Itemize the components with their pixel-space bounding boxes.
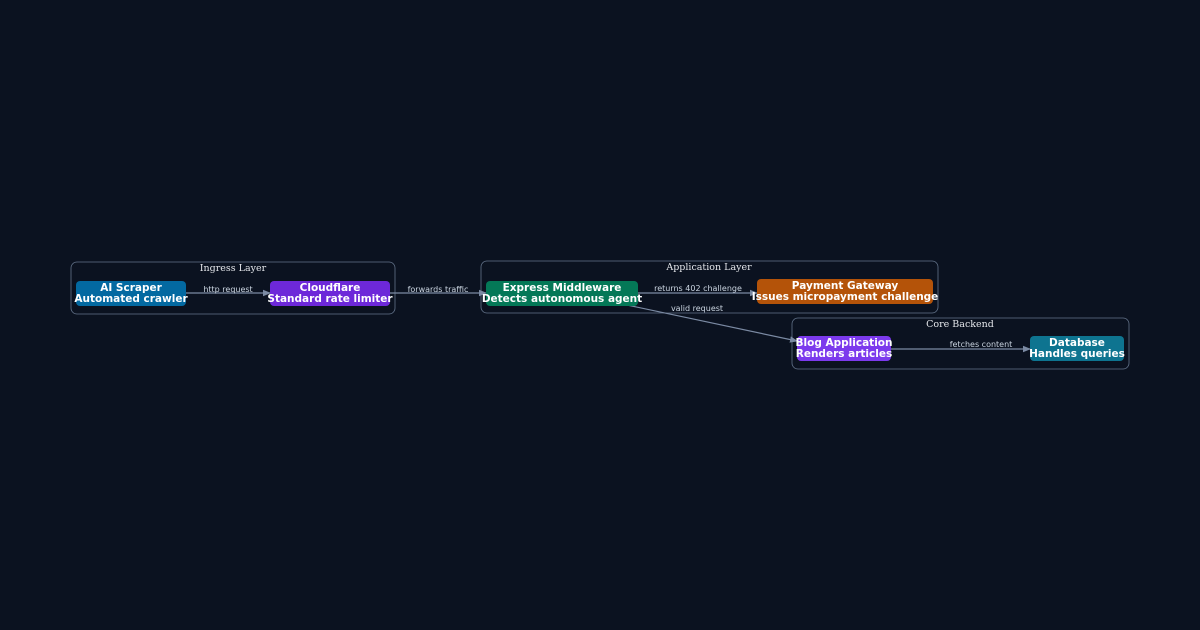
node-payment-subtitle: Issues micropayment challenge [752, 291, 939, 303]
node-database[interactable]: Database Handles queries [1029, 336, 1125, 361]
cluster-core-title: Core Backend [926, 319, 994, 330]
node-cloudflare-subtitle: Standard rate limiter [267, 293, 393, 305]
architecture-diagram: Ingress Layer Application Layer Core Bac… [70, 260, 1130, 370]
edge-scraper-to-cloudflare: http request [186, 285, 271, 297]
edge-label-http-request: http request [203, 285, 252, 294]
node-blog-subtitle: Renders articles [796, 348, 892, 360]
node-payment-gateway[interactable]: Payment Gateway Issues micropayment chal… [752, 279, 939, 304]
edge-cloudflare-to-express: forwards traffic [390, 285, 487, 297]
node-express-subtitle: Detects autonomous agent [482, 293, 642, 305]
node-database-subtitle: Handles queries [1029, 348, 1125, 360]
node-ai-scraper[interactable]: AI Scraper Automated crawler [74, 281, 188, 306]
node-cloudflare[interactable]: Cloudflare Standard rate limiter [267, 281, 393, 306]
node-express-middleware[interactable]: Express Middleware Detects autonomous ag… [482, 281, 642, 306]
edge-label-fetches-content: fetches content [950, 340, 1013, 349]
node-ai-scraper-subtitle: Automated crawler [74, 293, 188, 305]
cluster-application-title: Application Layer [665, 262, 752, 273]
edge-blog-to-database: fetches content [891, 340, 1031, 353]
edge-label-valid-request: valid request [671, 304, 723, 313]
edge-express-to-blog: valid request [626, 304, 798, 343]
edge-label-returns-402: returns 402 challenge [654, 284, 742, 293]
node-blog-application[interactable]: Blog Application Renders articles [796, 336, 893, 361]
edge-express-to-payment: returns 402 challenge [638, 284, 758, 297]
cluster-ingress-title: Ingress Layer [200, 263, 267, 274]
edge-label-forwards-traffic: forwards traffic [408, 285, 469, 294]
